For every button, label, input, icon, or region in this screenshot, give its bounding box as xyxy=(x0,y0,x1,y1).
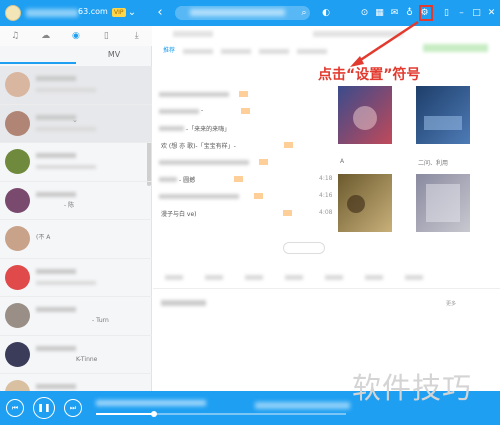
now-playing-blurred xyxy=(96,400,206,406)
next-icon[interactable]: ⏭ xyxy=(64,399,82,417)
annotation-arrow xyxy=(355,20,419,65)
prev-icon[interactable]: ⏮ xyxy=(6,399,24,417)
player-controls-blurred xyxy=(255,402,350,409)
progress-knob[interactable] xyxy=(150,411,157,417)
pause-icon[interactable]: ❚❚ xyxy=(33,397,55,419)
annotation-text: 点击“设置”符号 xyxy=(318,67,421,83)
progress-fill xyxy=(96,413,154,415)
progress-bar[interactable] xyxy=(96,411,346,417)
watermark: 软件技巧 xyxy=(352,371,473,405)
annotation-arrow-layer xyxy=(350,20,419,67)
